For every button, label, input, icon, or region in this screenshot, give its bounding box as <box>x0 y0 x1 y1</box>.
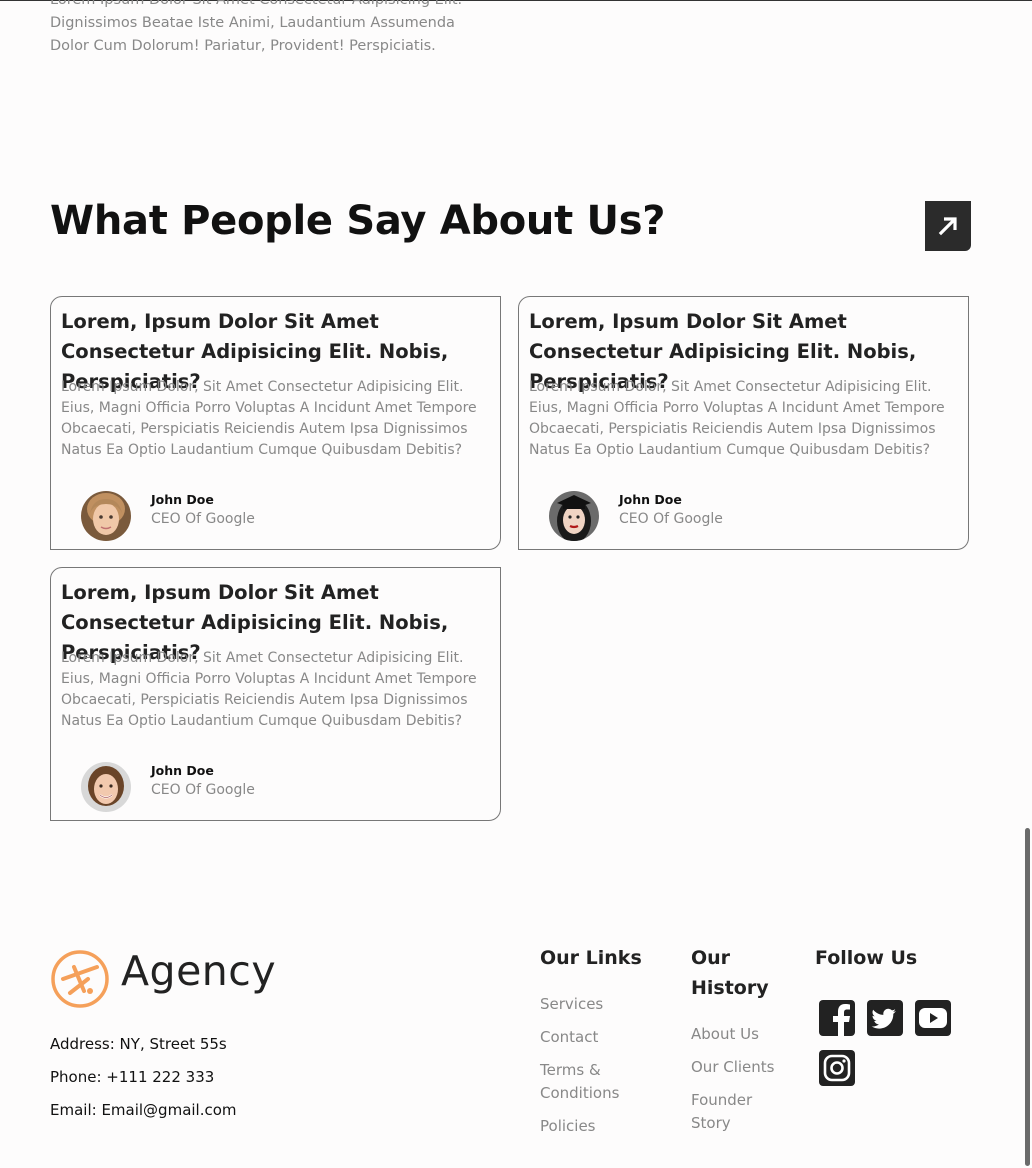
intro-paragraph: Lorem Ipsum Dolor Sit Amet Consectetur A… <box>50 0 490 58</box>
testimonials-title: What People Say About Us? <box>50 198 666 244</box>
footer-link-services[interactable]: Services <box>540 993 660 1016</box>
intro-line: Lorem Ipsum Dolor Sit Amet Consectetur A… <box>50 0 463 8</box>
author-role: CEO Of Google <box>151 511 255 527</box>
testimonial-body: Lorem Ipsum Dolor, Sit Amet Consectetur … <box>529 379 945 458</box>
intro-line: Dolor Cum Dolorum! Pariatur, Provident! … <box>50 38 436 54</box>
intro-line: Dignissimos Beatae Iste Animi, Laudantiu… <box>50 15 455 31</box>
agency-logo-icon[interactable] <box>50 949 110 1009</box>
author-name: John Doe <box>151 492 214 507</box>
page-scrollbar[interactable] <box>1025 828 1030 1166</box>
author-role: CEO Of Google <box>619 511 723 527</box>
footer-email: Email: Email@gmail.com <box>50 1101 237 1119</box>
footer-phone: Phone: +111 222 333 <box>50 1068 215 1086</box>
author-name: John Doe <box>151 763 214 778</box>
footer-link-contact[interactable]: Contact <box>540 1026 660 1049</box>
avatar <box>81 491 131 541</box>
footer-link-about-us[interactable]: About Us <box>691 1023 801 1046</box>
testimonial-body: Lorem Ipsum Dolor, Sit Amet Consectetur … <box>61 650 477 729</box>
avatar <box>549 491 599 541</box>
follow-us-title: Follow Us <box>815 947 918 969</box>
brand-name[interactable]: Agency <box>121 947 276 995</box>
testimonials-arrow-button[interactable] <box>925 201 971 251</box>
testimonial-card: Lorem, Ipsum Dolor Sit Amet Consectetur … <box>50 567 501 821</box>
facebook-icon[interactable] <box>818 999 856 1037</box>
arrow-up-right-icon <box>938 217 957 236</box>
testimonial-body: Lorem Ipsum Dolor, Sit Amet Consectetur … <box>61 379 477 458</box>
testimonial-card: Lorem, Ipsum Dolor Sit Amet Consectetur … <box>518 296 969 550</box>
twitter-icon[interactable] <box>866 999 904 1037</box>
footer-link-our-clients[interactable]: Our Clients <box>691 1056 801 1079</box>
footer-link-terms[interactable]: Terms & Conditions <box>540 1059 640 1105</box>
footer-link-policies[interactable]: Policies <box>540 1115 660 1138</box>
instagram-icon[interactable] <box>818 1049 856 1087</box>
testimonial-card: Lorem, Ipsum Dolor Sit Amet Consectetur … <box>50 296 501 550</box>
our-links-title: Our Links <box>540 947 642 969</box>
author-role: CEO Of Google <box>151 782 255 798</box>
youtube-icon[interactable] <box>914 999 952 1037</box>
our-history-title: Our History <box>691 947 769 999</box>
avatar <box>81 762 131 812</box>
footer-address: Address: NY, Street 55s <box>50 1035 227 1053</box>
footer-link-founder-story[interactable]: Founder Story <box>691 1089 771 1135</box>
author-name: John Doe <box>619 492 682 507</box>
